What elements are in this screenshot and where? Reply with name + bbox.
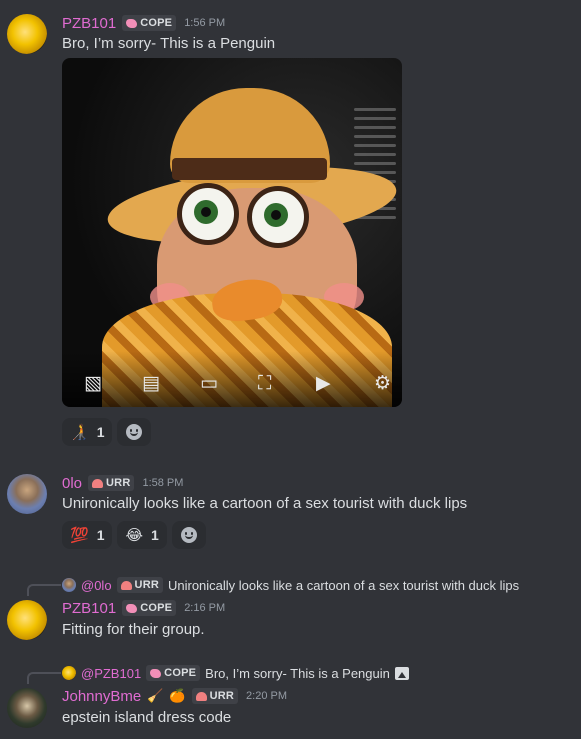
miniplayer-icon[interactable]: ▧ xyxy=(84,373,102,393)
message-header: 0lo URR 1:58 PM xyxy=(62,473,183,493)
reply-avatar xyxy=(62,578,76,592)
message-text: epstein island dress code xyxy=(62,709,232,726)
hat-band xyxy=(172,158,327,180)
smile-icon xyxy=(126,424,143,440)
reaction-person-with-cane[interactable]: 🧑‍🦯 1 xyxy=(62,418,113,446)
reply-author[interactable]: @PZB101 xyxy=(81,666,141,681)
message-text: Unironically looks like a cartoon of a s… xyxy=(62,495,468,512)
theater-icon[interactable]: ▭ xyxy=(200,373,218,393)
tag-label: URR xyxy=(209,690,235,702)
username[interactable]: 0lo xyxy=(62,475,82,492)
timestamp: 2:20 PM xyxy=(246,690,287,702)
timestamp: 1:58 PM xyxy=(142,477,184,489)
reactions: 🧑‍🦯 1 xyxy=(62,418,152,446)
timestamp: 2:16 PM xyxy=(184,602,226,614)
add-reaction-button[interactable] xyxy=(171,521,206,549)
role-tag[interactable]: URR xyxy=(88,475,135,491)
reaction-count: 1 xyxy=(96,424,105,440)
timestamp: 1:56 PM xyxy=(184,17,226,29)
smile-icon xyxy=(180,527,197,543)
tag-icon xyxy=(195,691,207,701)
tag-label: COPE xyxy=(140,602,173,614)
video-attachment[interactable]: ▧ ▤ ▭ ⛶ ▶ ⚙ xyxy=(62,58,402,407)
reaction-hundred[interactable]: 💯 1 xyxy=(62,521,113,549)
avatar[interactable] xyxy=(7,600,47,640)
reply-role-tag: URR xyxy=(116,577,163,593)
hundred-points-emoji: 💯 xyxy=(70,526,89,544)
tag-label: COPE xyxy=(140,17,173,29)
video-controls xyxy=(62,351,402,407)
eye-left xyxy=(177,183,239,245)
message-header: PZB101 COPE 2:16 PM xyxy=(62,598,225,618)
reply-avatar xyxy=(62,666,76,680)
settings-gear-icon[interactable]: ⚙ xyxy=(374,373,391,393)
message-header: PZB101 COPE 1:56 PM xyxy=(62,13,225,33)
person-with-cane-emoji: 🧑‍🦯 xyxy=(70,423,89,441)
play-icon[interactable]: ▶ xyxy=(316,373,331,393)
reaction-count: 1 xyxy=(96,527,105,543)
reaction-count: 1 xyxy=(151,527,159,543)
eye-right xyxy=(247,186,309,248)
message-text: Fitting for their group. xyxy=(62,621,205,638)
username[interactable]: PZB101 xyxy=(62,15,116,32)
reply-spine xyxy=(27,584,61,596)
chapters-icon[interactable]: ▤ xyxy=(142,373,160,393)
username[interactable]: PZB101 xyxy=(62,600,116,617)
tag-label: COPE xyxy=(164,667,197,679)
reply-author[interactable]: @0lo xyxy=(81,578,112,593)
role-tag[interactable]: COPE xyxy=(122,600,177,616)
tag-label: URR xyxy=(106,477,131,489)
avatar[interactable] xyxy=(7,14,47,54)
tag-icon xyxy=(126,603,138,613)
reactions: 💯 1 😂 1 xyxy=(62,521,206,549)
tag-icon xyxy=(92,478,104,488)
reply-role-tag: COPE xyxy=(146,665,201,681)
reply-preview[interactable]: @0lo URR Unironically looks like a carto… xyxy=(62,576,519,594)
reply-text[interactable]: Bro, I’m sorry- This is a Penguin xyxy=(205,666,390,681)
tangerine-emoji: 🍊 xyxy=(169,688,186,703)
broom-emoji: 🧹 xyxy=(147,688,164,703)
message-header: JohnnyBme 🧹 🍊 URR 2:20 PM xyxy=(62,686,287,706)
image-icon xyxy=(394,666,409,680)
avatar[interactable] xyxy=(7,688,47,728)
reaction-joy[interactable]: 😂 1 xyxy=(117,521,167,549)
username[interactable]: JohnnyBme xyxy=(62,688,141,705)
avatar[interactable] xyxy=(7,474,47,514)
reply-preview[interactable]: @PZB101 COPE Bro, I’m sorry- This is a P… xyxy=(62,664,409,682)
role-tag[interactable]: COPE xyxy=(122,15,177,31)
tag-icon xyxy=(126,18,138,28)
tag-icon xyxy=(120,580,132,590)
add-reaction-button[interactable] xyxy=(117,418,152,446)
fullscreen-icon[interactable]: ⛶ xyxy=(258,373,271,393)
role-tag[interactable]: URR xyxy=(191,688,239,704)
tag-label: URR xyxy=(134,579,159,591)
tag-icon xyxy=(150,668,162,678)
joy-emoji: 😂 xyxy=(125,526,144,544)
reply-text[interactable]: Unironically looks like a cartoon of a s… xyxy=(168,578,519,593)
reply-spine xyxy=(27,672,61,684)
message-text: Bro, I’m sorry- This is a Penguin xyxy=(62,35,276,52)
